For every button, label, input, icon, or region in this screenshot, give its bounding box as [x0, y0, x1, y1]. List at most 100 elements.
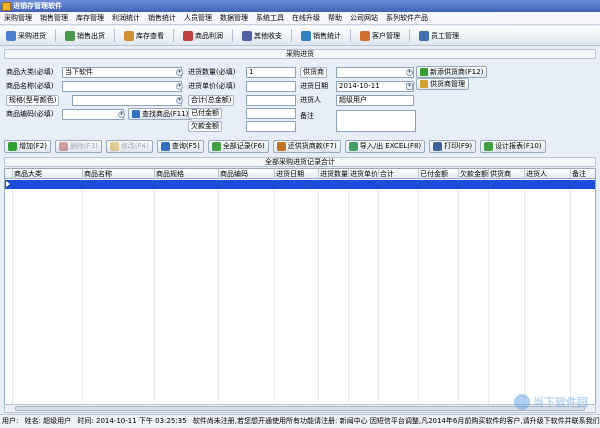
- toolbar-profit-label: 商品利润: [195, 31, 223, 40]
- toolbar-stats-button[interactable]: 销售统计: [301, 30, 341, 41]
- spec-input[interactable]: [72, 95, 182, 106]
- title-bar: 进销存管理软件: [0, 0, 600, 12]
- edit-button-label: 修改(F4): [120, 142, 149, 150]
- find-product-button[interactable]: 查找商品(F11): [128, 108, 193, 120]
- menu-products[interactable]: 系列软件产品: [386, 13, 428, 23]
- toolbar-profit-button[interactable]: 商品利润: [183, 30, 223, 41]
- edit-button[interactable]: 修改(F4): [105, 139, 153, 153]
- price-input[interactable]: [246, 81, 296, 92]
- toolbar-customer-button[interactable]: 客户管理: [360, 30, 400, 41]
- buyer-input[interactable]: 超级用户: [336, 95, 414, 106]
- toolbar-staff-button[interactable]: 员工管理: [419, 30, 459, 41]
- grid-header-cell[interactable]: 已付金额: [419, 169, 459, 179]
- delete-button[interactable]: 删除(F3): [54, 139, 102, 153]
- add-button[interactable]: 增加(F2): [4, 139, 51, 153]
- horizontal-scrollbar[interactable]: [4, 404, 596, 413]
- grid-header-cell[interactable]: 合计: [379, 169, 419, 179]
- grid-header-cell[interactable]: 商品名称: [83, 169, 155, 179]
- grid-line: [489, 179, 525, 412]
- product-class-dropdown-icon[interactable]: ▾: [176, 69, 183, 76]
- grid-line: [379, 179, 419, 412]
- staff-icon: [419, 30, 429, 41]
- records-grid[interactable]: 商品大类 商品名称 商品规格 商品编码 进货日期 进货数量 进货单价 合计 已付…: [4, 168, 596, 413]
- menu-sales-stats[interactable]: 销售统计: [148, 13, 176, 23]
- grid-header-cell[interactable]: 供货商: [489, 169, 525, 179]
- menu-data[interactable]: 数据管理: [220, 13, 248, 23]
- scrollbar-thumb[interactable]: [15, 406, 585, 411]
- add-icon: [420, 68, 428, 76]
- toolbar-inventory-button[interactable]: 库存查看: [124, 30, 164, 41]
- supplier-manage-label: 供货商管理: [430, 80, 465, 88]
- delete-button-label: 删除(F3): [69, 142, 98, 150]
- grid-header-cell[interactable]: 商品编码: [219, 169, 275, 179]
- menu-tools[interactable]: 系统工具: [256, 13, 284, 23]
- main-toolbar: 采购进货 销售出货 库存查看 商品利润 其他收支 销售统计 客户管理 员工管理: [0, 26, 600, 46]
- grid-header-cell[interactable]: 欠款金额: [459, 169, 489, 179]
- excel-icon: [348, 141, 358, 151]
- search-icon: [160, 141, 170, 151]
- grid-body: [5, 179, 595, 412]
- excel-button[interactable]: 导入/出 EXCEL(F8): [344, 139, 426, 153]
- excel-button-label: 导入/出 EXCEL(F8): [359, 142, 422, 150]
- toolbar-separator: [173, 29, 174, 42]
- grid-line: [13, 179, 83, 412]
- owed-input[interactable]: [246, 121, 296, 132]
- grid-header-cell[interactable]: 进货数量: [319, 169, 349, 179]
- toolbar-inventory-label: 库存查看: [136, 31, 164, 40]
- all-records-button[interactable]: 全部记录(F6): [207, 139, 269, 153]
- menu-upgrade[interactable]: 在线升级: [292, 13, 320, 23]
- total-input[interactable]: [246, 95, 296, 106]
- search-icon: [132, 110, 140, 118]
- supplier-label: 供货商: [300, 67, 327, 78]
- grid-header-cell[interactable]: 商品大类: [13, 169, 83, 179]
- toolbar-separator: [55, 29, 56, 42]
- table-row[interactable]: [5, 180, 595, 189]
- toolbar-customer-label: 客户管理: [372, 31, 400, 40]
- print-button[interactable]: 打印(F9): [429, 139, 477, 153]
- date-input[interactable]: 2014-10-11: [336, 81, 414, 92]
- search-button-label: 查询(F5): [171, 142, 200, 150]
- buyer-label: 进货人: [300, 96, 321, 104]
- qty-input[interactable]: 1: [246, 67, 296, 78]
- status-time: 时间: 2014-10-11 下午 03:25:35: [77, 417, 187, 425]
- grid-header-cell[interactable]: 备注: [571, 169, 595, 179]
- repay-icon: [276, 141, 286, 151]
- menu-staff[interactable]: 人员管理: [184, 13, 212, 23]
- menu-profit[interactable]: 利润统计: [112, 13, 140, 23]
- design-report-button[interactable]: 设计报表(F10): [480, 139, 546, 153]
- toolbar-sales-button[interactable]: 销售出货: [65, 30, 105, 41]
- search-button[interactable]: 查询(F5): [156, 139, 204, 153]
- grid-header-cell[interactable]: 进货单价: [349, 169, 379, 179]
- menu-help[interactable]: 帮助: [328, 13, 342, 23]
- row-indicator-icon: [6, 181, 10, 187]
- grid-header-cell[interactable]: 进货日期: [275, 169, 319, 179]
- remark-input[interactable]: [336, 110, 416, 132]
- purchase-form: 商品大类(必填) 当下软件 ▾ 商品名称(必填) ▾ 规格(型号颜色) ▾ 商品…: [4, 60, 596, 136]
- remark-label: 备注: [300, 112, 314, 120]
- product-name-input[interactable]: [62, 81, 182, 92]
- supplier-manage-button[interactable]: 供货商管理: [416, 78, 469, 90]
- product-code-input[interactable]: [62, 109, 124, 120]
- product-class-input[interactable]: 当下软件: [62, 67, 182, 78]
- menu-purchase[interactable]: 采购管理: [4, 13, 32, 23]
- calendar-dropdown-icon[interactable]: ▾: [406, 83, 413, 90]
- status-name: 姓名: 超级用户: [24, 417, 72, 425]
- menu-inventory[interactable]: 库存管理: [76, 13, 104, 23]
- spec-dropdown-icon[interactable]: ▾: [176, 97, 183, 104]
- product-code-dropdown-icon[interactable]: ▾: [118, 111, 125, 118]
- toolbar-separator: [350, 29, 351, 42]
- grid-header-cell[interactable]: 商品规格: [155, 169, 219, 179]
- new-supplier-button[interactable]: 新添供货商(F12): [416, 66, 488, 78]
- grid-line: [5, 179, 13, 412]
- date-label: 进货日期: [300, 82, 328, 90]
- menu-sales[interactable]: 销售管理: [40, 13, 68, 23]
- supplier-input[interactable]: [336, 67, 414, 78]
- grid-header-cell[interactable]: 进货人: [525, 169, 571, 179]
- menu-website[interactable]: 公司网站: [350, 13, 378, 23]
- product-name-dropdown-icon[interactable]: ▾: [176, 83, 183, 90]
- paid-input[interactable]: [246, 108, 296, 119]
- toolbar-purchase-button[interactable]: 采购进货: [6, 30, 46, 41]
- supplier-dropdown-icon[interactable]: ▾: [406, 69, 413, 76]
- repay-supplier-button[interactable]: 还供货商款(F7): [272, 139, 341, 153]
- toolbar-balance-button[interactable]: 其他收支: [242, 30, 282, 41]
